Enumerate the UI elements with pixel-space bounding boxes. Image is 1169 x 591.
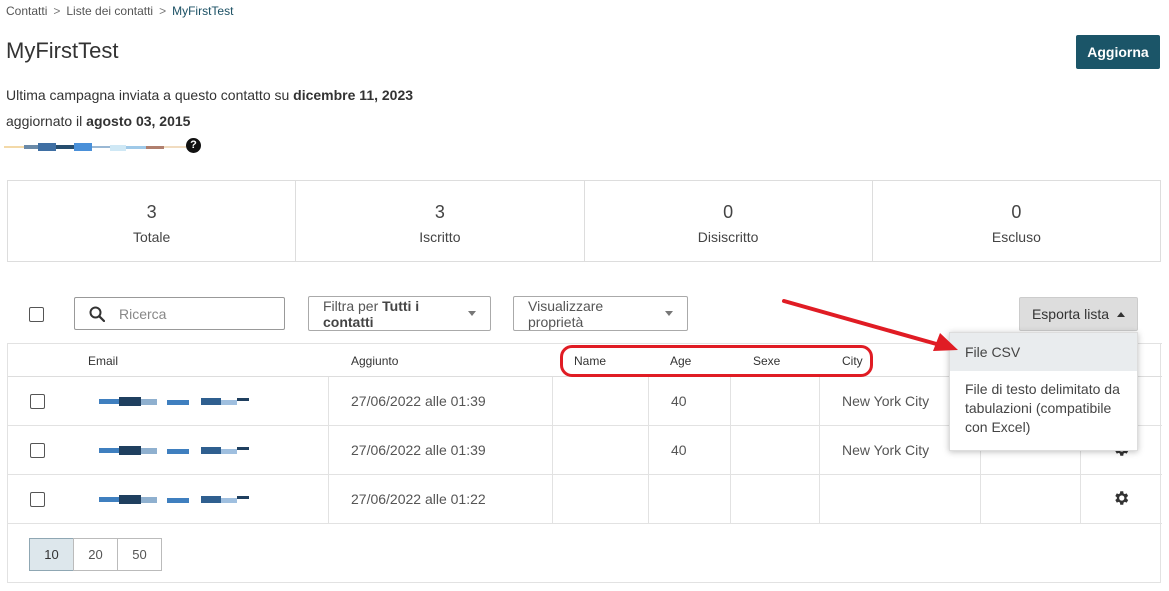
export-tsv-option[interactable]: File di testo delimitato da tabulazioni … [950,371,1137,437]
page-title: MyFirstTest [6,38,119,63]
caret-down-icon [468,311,476,316]
export-csv-option[interactable]: File CSV [950,333,1137,371]
page-size-20[interactable]: 20 [73,538,118,571]
filter-prefix: Filtra per Tutti i contatti [323,297,420,330]
stat-escluso[interactable]: 0 Escluso [873,181,1160,261]
export-menu: File CSV File di testo delimitato da tab… [949,332,1138,451]
page-size-selector: 10 20 50 [29,538,162,571]
filter-dropdown[interactable]: Filtra per Tutti i contatti [308,296,491,331]
cell-city [819,475,980,524]
updated-date: agosto 03, 2015 [86,113,191,129]
cell-added: 27/06/2022 alle 01:39 [328,426,552,475]
caret-down-icon [665,311,673,316]
added-value: 27/06/2022 alle 01:39 [351,442,486,458]
stat-label: Iscritto [419,229,461,245]
breadcrumb: Contatti > Liste dei contatti > MyFirstT… [6,4,233,18]
cell-added: 27/06/2022 alle 01:22 [328,475,552,524]
breadcrumb-contatti[interactable]: Contatti [6,4,47,18]
breadcrumb-separator: > [53,4,61,18]
stat-label: Escluso [991,229,1041,245]
last-campaign-info: Ultima campagna inviata a questo contatt… [6,87,413,103]
redacted-tag-strip [4,143,186,151]
redacted-email [99,495,249,504]
age-value: 40 [671,442,687,458]
last-campaign-prefix: Ultima campagna inviata a questo contatt… [6,87,290,103]
col-sexe[interactable]: Sexe [753,354,780,368]
cell-age: 40 [648,426,730,475]
cell-name [552,475,648,524]
stat-value: 0 [723,202,734,222]
search-input[interactable] [119,305,269,322]
city-value: New York City [842,442,930,458]
caret-up-icon [1117,311,1126,317]
search-box[interactable] [74,297,285,330]
cell-age: 40 [648,377,730,426]
cell-sexe [730,475,819,524]
stat-label: Disiscritto [697,229,759,245]
cell-sexe [730,426,819,475]
col-age[interactable]: Age [670,354,691,368]
cell-extra [980,475,1080,524]
properties-label: Visualizzare proprietà [528,297,604,330]
cell-age [648,475,730,524]
table-row: 27/06/2022 alle 01:22 [8,475,1162,524]
stat-label: Totale [132,229,171,245]
cell-added: 27/06/2022 alle 01:39 [328,377,552,426]
breadcrumb-separator: > [159,4,167,18]
redacted-email [99,446,249,455]
updated-info: aggiornato il agosto 03, 2015 [6,113,190,129]
cell-name [552,426,648,475]
breadcrumb-current: MyFirstTest [172,4,234,18]
properties-dropdown[interactable]: Visualizzare proprietà [513,296,688,331]
stats-bar: 3 Totale 3 Iscritto 0 Disiscritto 0 Escl… [7,180,1161,262]
added-value: 27/06/2022 alle 01:22 [351,491,486,507]
stat-value: 3 [434,202,445,222]
col-city[interactable]: City [842,354,863,368]
col-name[interactable]: Name [574,354,606,368]
help-icon[interactable]: ? [186,138,201,153]
city-value: New York City [842,393,930,409]
gear-icon[interactable] [1112,489,1130,507]
updated-prefix: aggiornato il [6,113,83,129]
age-value: 40 [671,393,687,409]
redacted-email [99,397,249,406]
refresh-button[interactable]: Aggiorna [1076,35,1160,69]
row-checkbox[interactable] [30,394,45,409]
page-size-50[interactable]: 50 [117,538,162,571]
cell-actions [1080,475,1162,524]
row-checkbox[interactable] [30,492,45,507]
cell-name [552,377,648,426]
search-icon [89,306,105,322]
row-checkbox[interactable] [30,443,45,458]
col-added[interactable]: Aggiunto [351,354,398,368]
export-label: Esporta lista [1031,306,1110,322]
stat-value: 3 [146,202,157,222]
breadcrumb-liste[interactable]: Liste dei contatti [66,4,153,18]
cell-sexe [730,377,819,426]
stat-iscritto[interactable]: 3 Iscritto [296,181,585,261]
last-campaign-date: dicembre 11, 2023 [293,87,414,103]
stat-disiscritto[interactable]: 0 Disiscritto [585,181,873,261]
added-value: 27/06/2022 alle 01:39 [351,393,486,409]
page-size-10[interactable]: 10 [29,538,74,571]
export-list-button[interactable]: Esporta lista [1019,297,1138,331]
stat-totale[interactable]: 3 Totale [8,181,297,261]
stat-value: 0 [1011,202,1022,222]
select-all-checkbox[interactable] [29,307,44,322]
col-email[interactable]: Email [88,354,118,368]
